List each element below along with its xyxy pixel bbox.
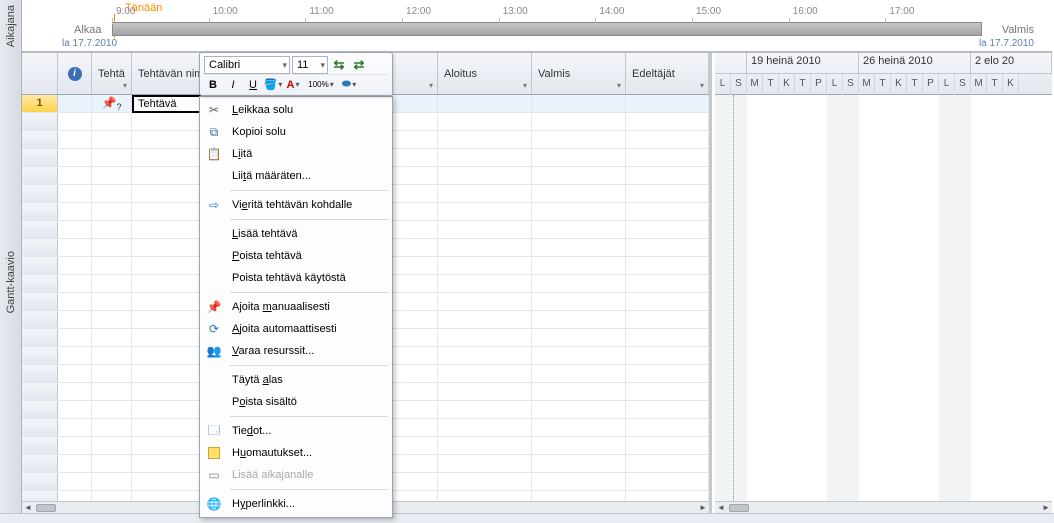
gantt-today-line	[733, 95, 734, 501]
scroll-left-icon[interactable]: ◄	[22, 503, 34, 513]
menu-inactivate-task[interactable]: Poista tehtävä käytöstä	[202, 267, 390, 289]
menu-add-to-timeline: ▭Lisää aikajanalle	[202, 464, 390, 486]
auto-schedule-icon: ⟳	[204, 320, 224, 338]
timeline-start-date: la 17.7.2010	[62, 38, 117, 49]
question-mark-icon: ?	[116, 102, 121, 112]
taskmode-header[interactable]: Tehtävä▾	[92, 53, 132, 94]
menu-notes[interactable]: Huomautukset...	[202, 442, 390, 464]
chain-icon: ⬬	[342, 78, 351, 91]
timeline-add-icon: ▭	[204, 466, 224, 484]
menu-copy[interactable]: ⧉Kopioi solu	[202, 121, 390, 143]
rownum-cell[interactable]: 1	[22, 95, 58, 112]
menu-assign-resources[interactable]: 👥Varaa resurssit...	[202, 340, 390, 362]
info-dialog-icon: 🗔	[204, 422, 224, 440]
menu-insert-task[interactable]: Lisää tehtävä	[202, 223, 390, 245]
scroll-thumb[interactable]	[36, 504, 56, 512]
italic-button[interactable]: I	[224, 76, 242, 94]
start-header[interactable]: Aloitus▾	[438, 53, 532, 94]
menu-separator	[230, 219, 388, 220]
timeline-bar[interactable]	[112, 22, 982, 36]
link-tasks-button[interactable]: ⇆	[330, 56, 348, 74]
gantt-days: L S M T K T P L S M T K T P L S M T K	[715, 74, 1052, 95]
gantt-chart: 19 heinä 2010 26 heinä 2010 2 elo 20 L S…	[715, 53, 1052, 513]
context-menu: ✂Leikkaa solu ⧉Kopioi solu 📋Liitä Liitä …	[199, 96, 393, 518]
finish-header[interactable]: Valmis▾	[532, 53, 626, 94]
unlink-icon: ⇄	[354, 57, 365, 73]
copy-icon: ⧉	[204, 123, 224, 141]
scroll-to-icon: ⇨	[204, 196, 224, 214]
rownum-header[interactable]	[22, 53, 58, 94]
start-cell[interactable]	[438, 95, 532, 112]
gantt-weeks: 19 heinä 2010 26 heinä 2010 2 elo 20	[715, 53, 1052, 74]
weekend-shade	[939, 95, 971, 501]
menu-paste-special[interactable]: Liitä määräten...	[202, 165, 390, 187]
info-icon: i	[68, 67, 82, 81]
font-color-icon: A	[287, 79, 295, 91]
menu-manual-schedule[interactable]: 📌Ajoita manuaalisesti	[202, 296, 390, 318]
menu-separator	[230, 365, 388, 366]
window-bottom-scroll[interactable]	[0, 513, 1054, 523]
menu-auto-schedule[interactable]: ⟳Ajoita automaattisesti	[202, 318, 390, 340]
scroll-thumb[interactable]	[729, 504, 749, 512]
menu-clear-contents[interactable]: Poista sisältö	[202, 391, 390, 413]
main-area: i Tehtävä▾ Tehtävän nimi▾ Kesto▾ Aloitus…	[22, 52, 1052, 513]
menu-delete-task[interactable]: Poista tehtävä	[202, 245, 390, 267]
timeline-side-label: Aikajana	[5, 5, 17, 47]
bucket-icon: 🪣	[264, 78, 278, 91]
note-icon	[208, 447, 220, 459]
link-button[interactable]: ⬬▾	[340, 76, 358, 94]
timeline-end-label: Valmis	[1002, 24, 1034, 36]
menu-fill-down[interactable]: Täytä alas	[202, 369, 390, 391]
font-name-combo[interactable]: Calibri	[204, 56, 290, 74]
scissors-icon: ✂	[204, 101, 224, 119]
menu-paste[interactable]: 📋Liitä	[202, 143, 390, 165]
pushpin-icon: 📌	[102, 96, 117, 110]
indicator-cell[interactable]	[58, 95, 92, 112]
menu-hyperlink[interactable]: 🌐Hyperlinkki...	[202, 493, 390, 515]
percent-complete-button[interactable]: 100%▾	[304, 76, 338, 94]
font-size-combo[interactable]: 11	[292, 56, 328, 74]
link-icon: ⇆	[334, 57, 345, 73]
timeline-end-date: la 17.7.2010	[979, 38, 1034, 49]
timeline-side-tab[interactable]: Aikajana	[0, 0, 22, 52]
pushpin-icon: 📌	[204, 298, 224, 316]
weekend-shade	[827, 95, 859, 501]
gantt-side-tab[interactable]: Gantt-kaavio	[0, 52, 22, 513]
gantt-body[interactable]	[715, 95, 1052, 501]
fill-color-button[interactable]: 🪣▾	[264, 76, 282, 94]
unlink-tasks-button[interactable]: ⇄	[350, 56, 368, 74]
clipboard-icon: 📋	[204, 145, 224, 163]
indicators-header[interactable]: i	[58, 53, 92, 94]
globe-link-icon: 🌐	[204, 495, 224, 513]
taskmode-cell[interactable]: 📌?	[92, 95, 132, 112]
timeline-start-label: Alkaa	[74, 24, 102, 36]
timeline-strip: Tänään Alkaa Valmis la 17.7.2010 la 17.7…	[22, 0, 1052, 52]
predecessors-cell[interactable]	[626, 95, 709, 112]
menu-separator	[230, 292, 388, 293]
scroll-left-icon[interactable]: ◄	[715, 503, 727, 513]
menu-cut[interactable]: ✂Leikkaa solu	[202, 99, 390, 121]
bold-button[interactable]: B	[204, 76, 222, 94]
mini-format-toolbar: Calibri 11 ⇆ ⇄ B I U 🪣▾ A▾ 100%▾ ⬬▾	[199, 52, 393, 96]
timeline-hours: 9:00 10:00 11:00 12:00 13:00 14:00 15:00…	[112, 6, 982, 18]
menu-separator	[230, 190, 388, 191]
menu-scroll-to-task[interactable]: ⇨Vieritä tehtävän kohdalle	[202, 194, 390, 216]
gantt-header: 19 heinä 2010 26 heinä 2010 2 elo 20 L S…	[715, 53, 1052, 95]
right-hscroll[interactable]: ◄ ►	[715, 501, 1052, 513]
gantt-side-label: Gantt-kaavio	[5, 251, 17, 313]
underline-button[interactable]: U	[244, 76, 262, 94]
scroll-right-icon[interactable]: ►	[1040, 503, 1052, 513]
font-color-button[interactable]: A▾	[284, 76, 302, 94]
people-icon: 👥	[204, 342, 224, 360]
menu-separator	[230, 416, 388, 417]
menu-separator	[230, 489, 388, 490]
finish-cell[interactable]	[532, 95, 626, 112]
menu-information[interactable]: 🗔Tiedot...	[202, 420, 390, 442]
scroll-right-icon[interactable]: ►	[697, 503, 709, 513]
predecessors-header[interactable]: Edeltäjät▾	[626, 53, 709, 94]
weekend-shade	[715, 95, 747, 501]
